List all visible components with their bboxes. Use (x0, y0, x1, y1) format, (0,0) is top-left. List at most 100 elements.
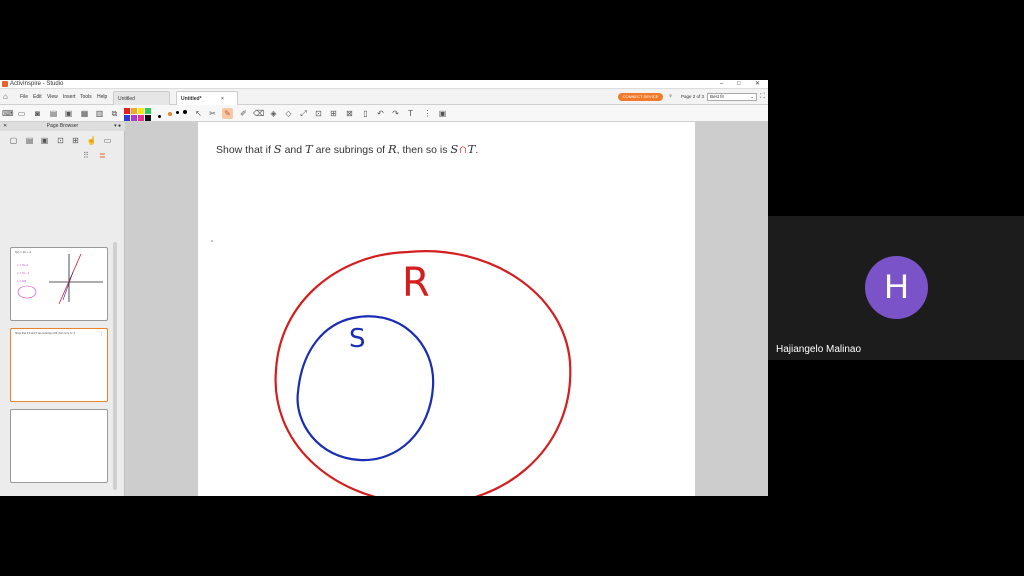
text-icon[interactable]: T (405, 108, 416, 119)
keyboard-icon[interactable]: ⌨ (2, 108, 14, 119)
browser-objects-icon[interactable]: ▣ (39, 135, 50, 146)
page-browser-header: ✕ Page Browser ▾ ● (0, 122, 125, 131)
fullscreen-icon[interactable]: ⛶ (760, 93, 765, 101)
close-panel-icon[interactable]: ✕ (3, 122, 7, 131)
window-title: ActivInspire - Studio (10, 81, 64, 87)
page-browser-title: Page Browser (46, 123, 79, 129)
print-icon[interactable]: ▥ (94, 108, 105, 119)
thumbnail-graph: x = 3x-4 y = 4x - 1 x = 3/4 (17, 253, 103, 305)
minimize-button[interactable]: – (720, 80, 723, 88)
close-tab-icon[interactable]: × (221, 96, 224, 102)
pin-icon[interactable]: ▾ ● (114, 122, 121, 131)
menu-bar: ⌂ File Edit View Insert Tools Help Untit… (0, 89, 768, 105)
svg-text:x = 3/4: x = 3/4 (17, 279, 26, 283)
pen-size-large[interactable] (183, 110, 187, 114)
browser-notes-icon[interactable]: ⊡ (55, 135, 66, 146)
shape-icon[interactable]: ◇ (283, 108, 294, 119)
chevron-down-icon: ⌄ (750, 94, 754, 99)
page-browser-tools: ▢ ▤ ▣ ⊡ ⊞ ☝ ▭ (0, 131, 125, 148)
menu-view[interactable]: View (47, 94, 58, 100)
menu-insert[interactable]: Insert (63, 94, 76, 100)
home-icon[interactable]: ⌂ (3, 92, 12, 101)
flipchart-page[interactable]: Show that if S and T are subrings of R, … (198, 122, 695, 496)
menu-help[interactable]: Help (97, 94, 107, 100)
eraser-icon[interactable]: ⌫ (253, 108, 264, 119)
subring-s-label: S (349, 324, 366, 354)
color-black-swatch[interactable] (145, 115, 151, 121)
open-icon[interactable]: ▣ (63, 108, 74, 119)
ring-r-label: R (402, 260, 430, 306)
app-logo-icon (2, 81, 8, 87)
close-window-button[interactable]: ✕ (755, 80, 760, 88)
redo-icon[interactable]: ↷ (390, 108, 401, 119)
avatar: H (865, 256, 928, 319)
select-arrow-icon[interactable]: ↖ (193, 108, 204, 119)
sidebar-scrollbar[interactable] (113, 242, 117, 490)
zoom-value: Best fit (710, 94, 724, 99)
browser-voting-icon[interactable]: ▭ (102, 135, 113, 146)
svg-text:y = 4x - 1: y = 4x - 1 (17, 271, 30, 275)
highlighter-icon[interactable]: ✐ (238, 108, 249, 119)
more-icon[interactable]: ⋮ (422, 108, 433, 119)
menu-file[interactable]: File (20, 94, 28, 100)
menu-tools[interactable]: Tools (80, 94, 92, 100)
pen-size-medium[interactable] (176, 111, 179, 114)
maximize-button[interactable]: □ (737, 80, 741, 88)
page-view-icon[interactable]: ▣ (437, 108, 448, 119)
connector-icon[interactable]: ⤢ (298, 108, 309, 119)
thumbnail-text: Show that if S and T are subrings of R, … (15, 332, 76, 335)
tab-untitled[interactable]: Untitled (113, 91, 170, 105)
svg-text:x = 3x-4: x = 3x-4 (17, 263, 28, 267)
color-orange-swatch[interactable] (131, 108, 137, 114)
browser-actions-icon[interactable]: ☝ (86, 135, 97, 146)
list-view-icon[interactable]: ≣ (99, 151, 106, 161)
pen-icon[interactable]: ✎ (222, 108, 233, 119)
browser-resources-icon[interactable]: ▤ (24, 135, 35, 146)
menu-edit[interactable]: Edit (33, 94, 42, 100)
lightbulb-icon[interactable]: ♀ (668, 93, 673, 101)
color-yellow-swatch[interactable] (138, 108, 144, 114)
browser-properties-icon[interactable]: ⊞ (70, 135, 81, 146)
zoom-select[interactable]: Best fit ⌄ (707, 93, 757, 101)
camera-icon[interactable]: ◙ (32, 108, 43, 119)
tab-untitled-active[interactable]: Untitled* × (176, 91, 238, 105)
participant-tile[interactable]: H Hajiangelo Malinao (768, 216, 1024, 360)
view-toggle: ⠿ ≣ (83, 151, 113, 161)
undo-icon[interactable]: ↶ (375, 108, 386, 119)
canvas-area: Show that if S and T are subrings of R, … (125, 122, 768, 496)
pen-size-selected[interactable] (168, 112, 172, 116)
page-thumbnail-3[interactable] (10, 409, 108, 483)
desktop-icon[interactable]: ▭ (16, 108, 27, 119)
pen-size-small[interactable] (158, 115, 161, 118)
tab-label: Untitled* (181, 96, 202, 102)
page-thumbnail-1[interactable]: f(x) = 3x + 4 x = 3x-4 y = 4x - 1 x = 3/… (10, 247, 108, 321)
color-purple-swatch[interactable] (131, 115, 137, 121)
copy-icon[interactable]: ⧉ (109, 108, 120, 119)
color-blue-swatch[interactable] (124, 115, 130, 121)
tab-label: Untitled (118, 96, 135, 102)
participant-name: Hajiangelo Malinao (776, 344, 862, 355)
page-thumbnail-2[interactable]: Show that if S and T are subrings of R, … (10, 328, 108, 402)
grid-view-icon[interactable]: ⠿ (83, 151, 89, 161)
tools-icon[interactable]: ✂ (207, 108, 218, 119)
page-icon[interactable]: ▤ (48, 108, 59, 119)
camera-snapshot-icon[interactable]: ⊡ (313, 108, 324, 119)
browser-pages-icon[interactable]: ▢ (8, 135, 19, 146)
app-titlebar: ActivInspire - Studio – □ ✕ (0, 80, 768, 89)
main-toolbar: ⌨ ▭ ◙ ▤ ▣ ▦ ▥ ⧉ ↖ ✂ ✎ ✐ ⌫ ◈ ◇ ⤢ ⊡ ⊞ ⊠ ▯ … (0, 105, 768, 122)
save-icon[interactable]: ▦ (79, 108, 90, 119)
meeting-view: ActivInspire - Studio – □ ✕ ⌂ File Edit … (0, 0, 1024, 576)
delete-icon[interactable]: ▯ (360, 108, 371, 119)
fill-icon[interactable]: ◈ (268, 108, 279, 119)
page-indicator: Page 2 of 3 (681, 94, 705, 99)
color-pink-swatch[interactable] (138, 115, 144, 121)
ink-annotations: R S (211, 240, 572, 496)
color-green-swatch[interactable] (145, 108, 151, 114)
magic-ink-icon[interactable]: ⊞ (328, 108, 339, 119)
clear-icon[interactable]: ⊠ (344, 108, 355, 119)
color-red-swatch[interactable] (124, 108, 130, 114)
connect-device-button[interactable]: CONNECT DEVICE (618, 93, 663, 101)
shared-screen: ActivInspire - Studio – □ ✕ ⌂ File Edit … (0, 80, 768, 496)
page-browser: ✕ Page Browser ▾ ● ▢ ▤ ▣ ⊡ ⊞ ☝ ▭ ⠿ ≣ f(x… (0, 122, 125, 496)
more-options-icon[interactable]: ⋮ (99, 331, 104, 337)
